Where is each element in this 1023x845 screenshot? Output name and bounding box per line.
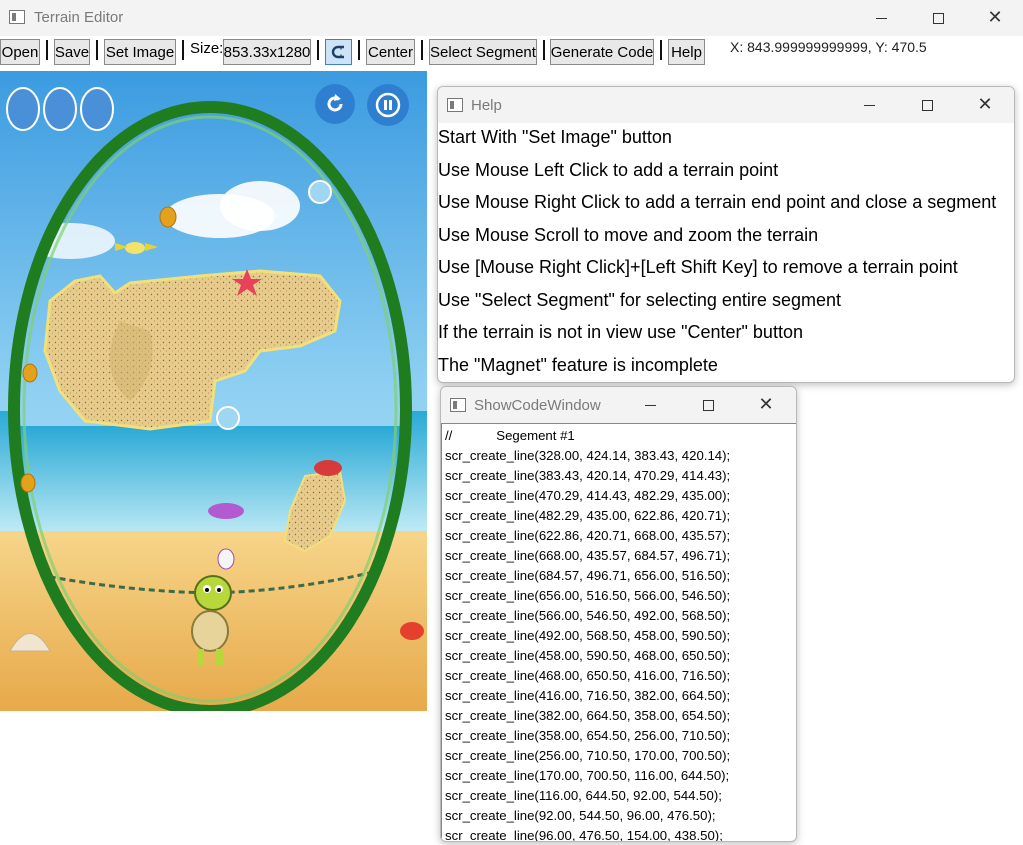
help-line: Use "Select Segment" for selecting entir… (438, 289, 841, 310)
close-icon: ✕ (987, 7, 1003, 28)
code-window-title: ShowCodeWindow (474, 397, 601, 414)
toolbar: Open Save Set Image Size: 853.33x1280 Ce… (0, 36, 1023, 70)
magnet-icon (331, 45, 344, 59)
code-line: scr_create_line(416.00, 716.50, 382.00, … (445, 688, 731, 703)
code-line: scr_create_line(382.00, 664.50, 358.00, … (445, 708, 731, 723)
code-line: scr_create_line(358.00, 654.50, 256.00, … (445, 728, 731, 743)
code-line: scr_create_line(622.86, 420.71, 668.00, … (445, 528, 731, 543)
toolbar-separator (421, 40, 423, 60)
select-segment-button[interactable]: Select Segment (429, 39, 537, 65)
toolbar-separator (358, 40, 360, 60)
close-icon: ✕ (977, 94, 993, 115)
center-button[interactable]: Center (366, 39, 415, 65)
set-image-button[interactable]: Set Image (104, 39, 176, 65)
toolbar-separator (46, 40, 48, 60)
pause-icon (375, 92, 401, 118)
help-close-button[interactable]: ✕ (956, 87, 1014, 123)
code-line: scr_create_line(170.00, 700.50, 116.00, … (445, 768, 730, 783)
help-line: The "Magnet" feature is incomplete (438, 354, 718, 375)
close-button[interactable]: ✕ (966, 0, 1023, 36)
toolbar-separator (182, 40, 184, 60)
minimize-icon (644, 404, 656, 406)
help-line: Use Mouse Left Click to add a terrain po… (438, 159, 779, 180)
code-line: scr_create_line(116.00, 644.50, 92.00, 5… (445, 788, 722, 803)
size-field[interactable]: 853.33x1280 (223, 39, 311, 65)
help-maximize-button[interactable] (898, 87, 956, 123)
minimize-icon (875, 17, 887, 19)
open-button[interactable]: Open (0, 39, 40, 65)
code-textbox[interactable]: // Segement #1 scr_create_line(328.00, 4… (441, 423, 796, 842)
maximize-icon (921, 99, 933, 111)
code-line: scr_create_line(492.00, 568.50, 458.00, … (445, 628, 731, 643)
help-line: Start With "Set Image" button (438, 127, 672, 147)
code-line: scr_create_line(656.00, 516.50, 566.00, … (445, 588, 731, 603)
main-titlebar: Terrain Editor ✕ (0, 0, 1023, 36)
show-code-window: ShowCodeWindow ✕ // Segement #1 scr_crea… (440, 386, 797, 842)
toolbar-separator (96, 40, 98, 60)
code-line: scr_create_line(328.00, 424.14, 383.43, … (445, 448, 731, 463)
maximize-button[interactable] (909, 0, 967, 36)
restart-icon (327, 94, 343, 112)
code-minimize-button[interactable] (621, 387, 679, 423)
window-icon (450, 398, 466, 412)
window-icon (9, 10, 25, 24)
code-line: scr_create_line(458.00, 590.50, 468.00, … (445, 648, 731, 663)
pause-button[interactable] (367, 84, 409, 126)
toolbar-separator (660, 40, 662, 60)
size-label: Size: (190, 40, 224, 57)
minimize-icon (863, 104, 875, 106)
code-close-button[interactable]: ✕ (737, 387, 795, 423)
help-minimize-button[interactable] (840, 87, 898, 123)
help-window-title: Help (471, 97, 502, 114)
window-title: Terrain Editor (34, 9, 124, 26)
code-line: scr_create_line(92.00, 544.50, 96.00, 47… (445, 808, 716, 823)
cursor-coordinates: X: 843.999999999999, Y: 470.5 (730, 39, 927, 55)
generate-code-button[interactable]: Generate Code (550, 39, 654, 65)
minimize-button[interactable] (852, 0, 910, 36)
game-background (0, 71, 427, 711)
code-line: scr_create_line(470.29, 414.43, 482.29, … (445, 488, 731, 503)
code-line: scr_create_line(668.00, 435.57, 684.57, … (445, 548, 731, 563)
code-line: scr_create_line(684.57, 496.71, 656.00, … (445, 568, 731, 583)
maximize-icon (932, 12, 944, 24)
help-text-list: Start With "Set Image" button Use Mouse … (438, 123, 1014, 382)
magnet-toggle-button[interactable] (325, 39, 352, 65)
restart-button[interactable] (315, 84, 355, 124)
toolbar-separator (317, 40, 319, 60)
toolbar-separator (543, 40, 545, 60)
help-titlebar: Help ✕ (438, 87, 1014, 123)
code-line: scr_create_line(482.29, 435.00, 622.86, … (445, 508, 731, 523)
window-icon (447, 98, 463, 112)
code-line: scr_create_line(383.43, 420.14, 470.29, … (445, 468, 731, 483)
code-line: scr_create_line(468.00, 650.50, 416.00, … (445, 668, 731, 683)
help-line: Use Mouse Scroll to move and zoom the te… (438, 224, 819, 245)
help-line: If the terrain is not in view use "Cente… (438, 322, 803, 342)
code-maximize-button[interactable] (679, 387, 737, 423)
terrain-canvas[interactable] (0, 71, 427, 711)
help-line: Use [Mouse Right Click]+[Left Shift Key]… (438, 257, 958, 277)
help-window: Help ✕ Start With "Set Image" button Use… (437, 86, 1015, 383)
help-button[interactable]: Help (668, 39, 705, 65)
close-icon: ✕ (758, 394, 774, 415)
maximize-icon (702, 399, 714, 411)
code-line: // Segement #1 (445, 428, 575, 443)
save-button[interactable]: Save (54, 39, 90, 65)
code-titlebar: ShowCodeWindow ✕ (441, 387, 796, 423)
code-line: scr_create_line(96.00, 476.50, 154.00, 4… (445, 828, 723, 842)
code-line: scr_create_line(566.00, 546.50, 492.00, … (445, 608, 731, 623)
code-line: scr_create_line(256.00, 710.50, 170.00, … (445, 748, 731, 763)
help-line: Use Mouse Right Click to add a terrain e… (438, 192, 997, 212)
